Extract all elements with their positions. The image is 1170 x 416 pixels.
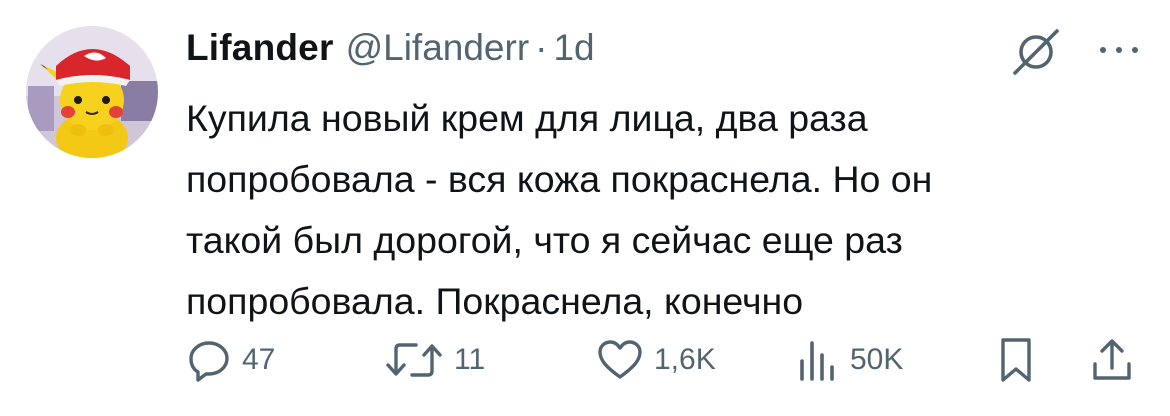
tweet-text-line: попробовала. Покраснела, конечно bbox=[186, 280, 804, 322]
bookmark-button[interactable] bbox=[998, 330, 1034, 390]
share-icon bbox=[1093, 339, 1131, 380]
tweet-text-line: такой был дорогой, что я сейчас еще раз bbox=[186, 219, 903, 261]
author-handle[interactable]: @Lifanderr bbox=[346, 27, 530, 69]
repost-icon bbox=[386, 343, 442, 377]
like-button[interactable]: 1,6K bbox=[596, 330, 716, 390]
views-button[interactable]: 50K bbox=[794, 330, 903, 390]
pikachu-avatar-image bbox=[26, 26, 158, 158]
views-count: 50K bbox=[850, 343, 904, 376]
reply-button[interactable]: 47 bbox=[186, 330, 275, 390]
repost-button[interactable]: 11 bbox=[384, 330, 485, 390]
reply-icon bbox=[189, 341, 229, 382]
like-count: 1,6K bbox=[654, 343, 716, 376]
header-separator: · bbox=[535, 27, 548, 68]
heart-icon bbox=[598, 340, 642, 379]
avatar[interactable] bbox=[26, 26, 158, 158]
grok-button[interactable] bbox=[1008, 26, 1064, 78]
bookmark-icon bbox=[1001, 338, 1031, 382]
tweet-header: Lifander @Lifanderr · 1d bbox=[186, 24, 595, 72]
share-button[interactable] bbox=[1090, 330, 1134, 390]
repost-count: 11 bbox=[454, 343, 486, 376]
tweet: Lifander @Lifanderr · 1d Купила новый кр… bbox=[0, 0, 1170, 416]
more-options-button[interactable] bbox=[1094, 30, 1144, 70]
reply-count: 47 bbox=[242, 343, 276, 376]
tweet-timestamp[interactable]: 1d bbox=[553, 27, 594, 69]
author-display-name[interactable]: Lifander bbox=[186, 27, 334, 69]
tweet-text-line: попробовала - вся кожа покраснела. Но он bbox=[186, 158, 933, 200]
views-chart-icon bbox=[800, 341, 834, 381]
tweet-text-line: Купила новый крем для лица, два раза bbox=[186, 97, 868, 139]
grok-icon bbox=[1013, 29, 1059, 75]
tweet-text: Купила новый крем для лица, два раза поп… bbox=[186, 88, 1146, 332]
action-bar: 47 11 1,6K 50K bbox=[0, 330, 1170, 390]
more-icon bbox=[1100, 47, 1138, 53]
